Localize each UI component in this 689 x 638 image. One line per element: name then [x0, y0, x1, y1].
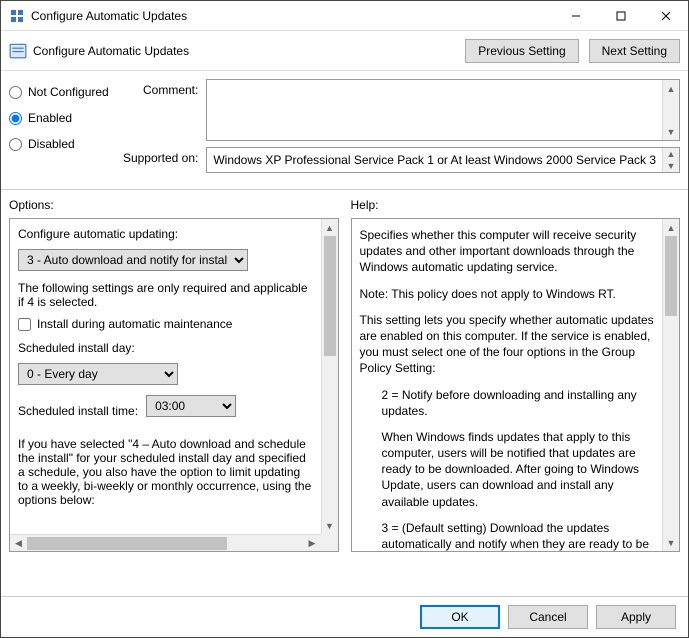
- scroll-up-icon[interactable]: ▲: [322, 219, 338, 236]
- supported-on-text: Windows XP Professional Service Pack 1 o…: [207, 153, 662, 167]
- policy-icon: [9, 42, 27, 60]
- radio-enabled[interactable]: Enabled: [9, 111, 116, 125]
- scroll-left-icon[interactable]: ◀: [10, 535, 27, 551]
- comment-textarea[interactable]: ▲ ▼: [206, 79, 680, 141]
- window-title: Configure Automatic Updates: [31, 9, 553, 23]
- options-header: Options:: [9, 198, 339, 212]
- comment-label: Comment:: [116, 79, 206, 141]
- app-icon: [9, 8, 25, 24]
- sub-title: Configure Automatic Updates: [33, 44, 189, 58]
- scroll-up-icon[interactable]: ▲: [663, 80, 679, 97]
- help-text: 3 = (Default setting) Download the updat…: [382, 520, 655, 551]
- options-note: The following settings are only required…: [18, 281, 313, 309]
- help-text: 2 = Notify before downloading and instal…: [382, 387, 655, 419]
- time-label: Scheduled install time:: [18, 404, 138, 418]
- scroll-down-icon[interactable]: ▼: [663, 123, 679, 140]
- radio-disabled[interactable]: Disabled: [9, 137, 116, 151]
- minimize-button[interactable]: [553, 1, 598, 30]
- cancel-button[interactable]: Cancel: [508, 605, 588, 629]
- supported-on-box: Windows XP Professional Service Pack 1 o…: [206, 147, 680, 173]
- help-text: This setting lets you specify whether au…: [360, 312, 655, 377]
- supported-label: Supported on:: [116, 147, 206, 173]
- scroll-up-icon[interactable]: ▲: [663, 219, 679, 236]
- help-text: When Windows finds updates that apply to…: [382, 429, 655, 510]
- install-day-select[interactable]: 0 - Every day1 - Every Sunday2 - Every M…: [18, 363, 178, 385]
- radio-not-configured[interactable]: Not Configured: [9, 85, 116, 99]
- help-text: Note: This policy does not apply to Wind…: [360, 286, 655, 302]
- configure-label: Configure automatic updating:: [18, 227, 313, 241]
- help-pane: Help: Specifies whether this computer wi…: [351, 198, 681, 552]
- install-time-select[interactable]: 00:0001:0002:0003:0004:0005:00: [146, 395, 236, 417]
- comment-scrollbar[interactable]: ▲ ▼: [662, 80, 679, 140]
- scroll-down-icon[interactable]: ▼: [663, 160, 679, 172]
- scroll-up-icon[interactable]: ▲: [663, 148, 679, 160]
- options-horizontal-scrollbar[interactable]: ◀ ▶: [10, 534, 321, 551]
- dialog-footer: OK Cancel Apply: [420, 605, 676, 629]
- scrollbar-thumb[interactable]: [324, 236, 336, 356]
- apply-button[interactable]: Apply: [596, 605, 676, 629]
- scroll-down-icon[interactable]: ▼: [322, 517, 338, 534]
- state-radio-group: Not Configured Enabled Disabled: [9, 79, 116, 179]
- day-label: Scheduled install day:: [18, 341, 313, 355]
- help-header: Help:: [351, 198, 681, 212]
- help-text: Specifies whether this computer will rec…: [360, 227, 655, 276]
- scrollbar-thumb[interactable]: [27, 537, 227, 550]
- options-vertical-scrollbar[interactable]: ▲ ▼: [321, 219, 338, 534]
- configure-updating-select[interactable]: 2 - Notify for download and notify for i…: [18, 249, 248, 271]
- options-footnote: If you have selected "4 – Auto download …: [18, 437, 313, 507]
- ok-button[interactable]: OK: [420, 605, 500, 629]
- help-box: Specifies whether this computer will rec…: [351, 218, 681, 552]
- scrollbar-thumb[interactable]: [665, 236, 677, 316]
- scroll-corner: [321, 534, 338, 551]
- help-vertical-scrollbar[interactable]: ▲ ▼: [662, 219, 679, 551]
- maximize-button[interactable]: [598, 1, 643, 30]
- supported-scrollbar[interactable]: ▲ ▼: [662, 148, 679, 172]
- next-setting-button[interactable]: Next Setting: [589, 39, 680, 63]
- options-box: Configure automatic updating: 2 - Notify…: [9, 218, 339, 552]
- sub-header: Configure Automatic Updates Previous Set…: [1, 31, 688, 71]
- maintenance-checkbox[interactable]: Install during automatic maintenance: [18, 317, 313, 331]
- previous-setting-button[interactable]: Previous Setting: [465, 39, 578, 63]
- titlebar: Configure Automatic Updates: [1, 1, 688, 31]
- scroll-down-icon[interactable]: ▼: [663, 534, 679, 551]
- scroll-right-icon[interactable]: ▶: [304, 535, 321, 551]
- divider: [1, 596, 688, 597]
- options-pane: Options: Configure automatic updating: 2…: [9, 198, 339, 552]
- close-button[interactable]: [643, 1, 688, 30]
